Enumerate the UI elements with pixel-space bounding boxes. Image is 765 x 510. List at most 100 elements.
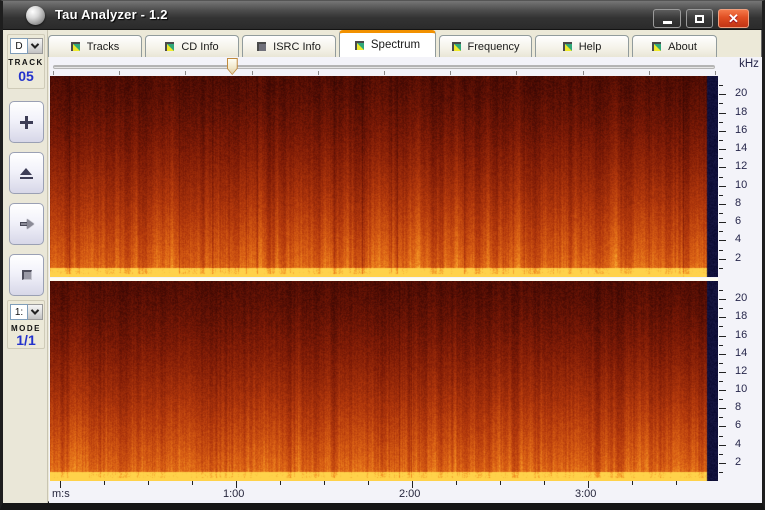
freq-minor-tick — [719, 85, 723, 86]
freq-minor-tick — [719, 213, 723, 214]
track-combo-value: D — [10, 38, 28, 54]
freq-tick-label: 6 — [735, 215, 741, 227]
mode-value: 1/1 — [8, 332, 44, 348]
freq-minor-tick — [719, 140, 723, 141]
slider-tick — [649, 71, 650, 75]
track-number: 05 — [8, 68, 44, 84]
slider-tick — [384, 71, 385, 75]
freq-tick-label: 20 — [735, 87, 747, 99]
mode-combo-value: 1: — [10, 304, 28, 320]
freq-major-tick — [719, 240, 726, 241]
freq-minor-tick — [719, 417, 723, 418]
track-combo[interactable]: D — [10, 38, 43, 54]
arrow-right-icon — [20, 219, 34, 230]
maximize-button[interactable] — [686, 9, 713, 28]
slider-thumb-face — [228, 59, 237, 74]
mode-panel: 1: MODE 1/1 — [7, 300, 45, 349]
mode-combo-dropdown-button[interactable] — [28, 304, 43, 320]
eject-button[interactable] — [9, 152, 44, 194]
maximize-icon — [695, 15, 704, 23]
slider-tick — [119, 71, 120, 75]
freq-tick-label: 14 — [735, 142, 747, 154]
tab-label: About — [668, 41, 697, 53]
slider-tick — [185, 71, 186, 75]
time-major-tick — [412, 481, 413, 488]
freq-tick-label: 18 — [735, 310, 747, 322]
tab-frequency[interactable]: Frequency — [439, 35, 532, 57]
spectrogram-channel-2 — [50, 281, 718, 481]
tab-spectrum[interactable]: Spectrum — [339, 30, 436, 57]
freq-tick-label: 20 — [735, 292, 747, 304]
freq-tick-label: 16 — [735, 329, 747, 341]
time-minor-tick — [544, 481, 545, 485]
tab-help[interactable]: Help — [535, 35, 629, 57]
app-icon — [26, 6, 45, 25]
time-major-tick — [236, 481, 237, 488]
freq-minor-tick — [719, 103, 723, 104]
time-minor-tick — [632, 481, 633, 485]
add-track-button[interactable] — [9, 101, 44, 143]
freq-tick-label: 16 — [735, 124, 747, 136]
time-tick-label: 1:00 — [223, 488, 244, 500]
spectrum-panel: kHz 20181614121086422018161412108642 m:s… — [49, 57, 762, 503]
freq-tick-label: 14 — [735, 347, 747, 359]
time-major-tick — [60, 481, 61, 488]
flag-icon — [71, 42, 80, 51]
tab-tracks[interactable]: Tracks — [48, 35, 142, 57]
freq-minor-tick — [719, 454, 723, 455]
freq-minor-tick — [719, 195, 723, 196]
slider-tick — [516, 71, 517, 75]
freq-tick-label: 12 — [735, 365, 747, 377]
freq-minor-tick — [719, 308, 723, 309]
tab-label: ISRC Info — [273, 41, 321, 53]
slider-tick — [252, 71, 253, 75]
freq-tick-label: 10 — [735, 179, 747, 191]
freq-tick-label: 6 — [735, 419, 741, 431]
freq-major-tick — [719, 354, 726, 355]
freq-minor-tick — [719, 122, 723, 123]
freq-major-tick — [719, 408, 726, 409]
title-bar[interactable]: Tau Analyzer - 1.2 ✕ — [3, 1, 762, 30]
freq-minor-tick — [719, 250, 723, 251]
slider-tick — [715, 71, 716, 75]
freq-major-tick — [719, 149, 726, 150]
freq-minor-tick — [719, 381, 723, 382]
tab-bar: TracksCD Info ISRC Info Spectrum Frequency H… — [48, 30, 762, 57]
flag-icon — [652, 42, 661, 51]
minimize-icon — [663, 21, 672, 24]
position-slider-thumb[interactable] — [227, 58, 238, 75]
freq-minor-tick — [719, 472, 723, 473]
freq-major-tick — [719, 336, 726, 337]
time-minor-tick — [148, 481, 149, 485]
freq-tick-label: 12 — [735, 160, 747, 172]
chevron-down-icon — [31, 306, 39, 314]
time-minor-tick — [368, 481, 369, 485]
freq-major-tick — [719, 317, 726, 318]
minimize-button[interactable] — [653, 9, 681, 28]
freq-tick-label: 2 — [735, 456, 741, 468]
gray-flag-icon — [257, 42, 266, 51]
freq-tick-label: 4 — [735, 438, 741, 450]
mode-combo[interactable]: 1: — [10, 304, 43, 320]
time-minor-tick — [324, 481, 325, 485]
track-panel: D TRACK 05 — [7, 34, 45, 89]
tab-label: Frequency — [468, 41, 520, 53]
tab-label: Help — [579, 41, 602, 53]
freq-minor-tick — [719, 345, 723, 346]
plus-icon — [20, 116, 33, 129]
slider-tick — [583, 71, 584, 75]
tab-about[interactable]: About — [632, 35, 717, 57]
freq-tick-label: 8 — [735, 401, 741, 413]
time-tick-label: 3:00 — [575, 488, 596, 500]
position-slider-track[interactable] — [53, 65, 715, 69]
stop-button[interactable] — [9, 254, 44, 296]
time-minor-tick — [500, 481, 501, 485]
next-track-button[interactable] — [9, 203, 44, 245]
slider-tick — [53, 71, 54, 75]
track-combo-dropdown-button[interactable] — [28, 38, 43, 54]
flag-icon — [355, 41, 364, 50]
freq-major-tick — [719, 186, 726, 187]
tab-cd-info[interactable]: CD Info — [145, 35, 239, 57]
close-button[interactable]: ✕ — [718, 9, 749, 28]
tab-isrc-info[interactable]: ISRC Info — [242, 35, 336, 57]
